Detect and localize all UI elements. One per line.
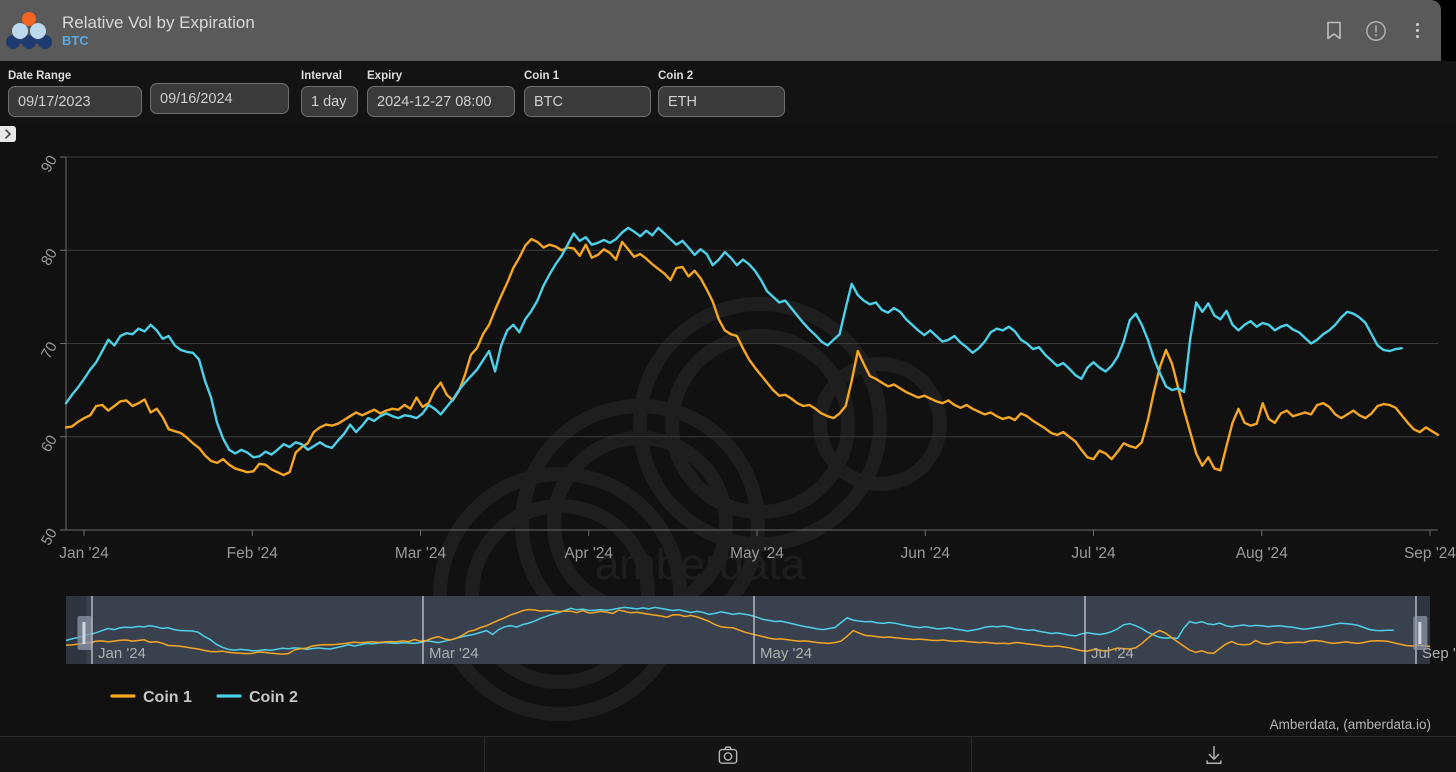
y-axis-tick-label: 60 <box>38 432 61 455</box>
x-axis-tick-label: Feb '24 <box>227 545 279 562</box>
range-x-label: May '24 <box>760 645 812 662</box>
range-x-label: Jul '24 <box>1091 645 1134 662</box>
download-icon <box>1206 745 1222 764</box>
expiry-input[interactable]: 2024-12-27 08:00 <box>367 86 515 117</box>
camera-icon <box>718 745 738 764</box>
y-axis-tick-label: 90 <box>38 152 61 175</box>
toolbar-left-spacer <box>0 737 484 772</box>
chart-legend: Coin 1 Coin 2 <box>110 689 298 706</box>
coin-2-label: Coin 2 <box>658 70 694 82</box>
bottom-toolbar <box>0 736 1456 772</box>
series-line-1 <box>64 237 1440 477</box>
page-title: Relative Vol by Expiration <box>62 12 255 32</box>
range-handle-right-grip <box>1418 622 1422 644</box>
legend-label-1: Coin 1 <box>143 689 192 706</box>
attribution-text: Amberdata, (amberdata.io) <box>1270 717 1431 732</box>
x-axis-tick-label: Mar '24 <box>395 545 447 562</box>
x-axis-tick-label: Jun '24 <box>901 545 951 562</box>
coin-2-input[interactable]: ETH <box>658 86 785 117</box>
x-axis-tick-label: Aug '24 <box>1236 545 1288 562</box>
amberdata-logo <box>0 0 58 61</box>
range-x-label: Jan '24 <box>98 645 146 662</box>
interval-input[interactable]: 1 day <box>301 86 358 117</box>
date-range-end-group: 09/16/2024 <box>150 83 289 114</box>
title-block: Relative Vol by Expiration BTC <box>62 13 255 49</box>
date-range-label: Date Range <box>8 70 72 82</box>
coin-1-group: Coin 1 BTC <box>524 69 651 117</box>
info-alert-icon[interactable] <box>1365 20 1387 42</box>
date-range-start-input[interactable]: 09/17/2023 <box>8 86 142 117</box>
x-axis-tick-label: Jul '24 <box>1071 545 1116 562</box>
date-range-start-group: Date Range 09/17/2023 <box>8 69 142 117</box>
chart-canvas: amberdata 50 60 70 80 90 Jan '24 Feb '24 Mar '24… <box>0 124 1456 736</box>
date-range-end-input[interactable]: 09/16/2024 <box>150 83 289 114</box>
coin-1-input[interactable]: BTC <box>524 86 651 117</box>
bookmark-icon[interactable] <box>1323 20 1345 42</box>
interval-group: Interval 1 day <box>301 69 358 117</box>
widget-header: Relative Vol by Expiration BTC <box>0 0 1441 61</box>
download-button[interactable] <box>972 737 1456 772</box>
expiry-group: Expiry 2024-12-27 08:00 <box>367 69 515 117</box>
x-axis-tick-label: May '24 <box>730 545 784 562</box>
interval-label: Interval <box>301 70 342 82</box>
coin-1-label: Coin 1 <box>524 70 560 82</box>
y-axis-tick-label: 80 <box>38 246 61 269</box>
x-axis-tick-label: Jan '24 <box>59 545 109 562</box>
x-axis-tick-label: Apr '24 <box>564 545 613 562</box>
range-handle-left-grip <box>82 622 86 644</box>
chart-widget: Relative Vol by Expiration BTC Date Rang… <box>0 0 1456 772</box>
legend-label-2: Coin 2 <box>249 689 298 706</box>
screenshot-button[interactable] <box>484 737 972 772</box>
expand-panel-button[interactable] <box>0 126 16 142</box>
page-subtitle: BTC <box>62 32 89 48</box>
more-vertical-icon[interactable] <box>1407 20 1427 42</box>
x-axis-tick-label: Sep '24 <box>1404 545 1456 562</box>
y-axis-tick-label: 70 <box>38 339 61 362</box>
line-chart[interactable]: amberdata5060708090Jan '24 Feb '24 Mar '24… <box>0 124 1456 736</box>
range-selector: Jan '24Mar '24May '24Jul '24Sep '24 <box>65 596 1456 664</box>
expiry-label: Expiry <box>367 70 403 82</box>
header-actions <box>1323 0 1427 61</box>
coin-2-group: Coin 2 ETH <box>658 69 785 117</box>
controls-bar: Date Range 09/17/2023 09/16/2024 Interva… <box>0 61 1456 124</box>
range-x-label: Mar '24 <box>429 645 479 662</box>
y-axis-tick-label: 50 <box>38 525 61 548</box>
